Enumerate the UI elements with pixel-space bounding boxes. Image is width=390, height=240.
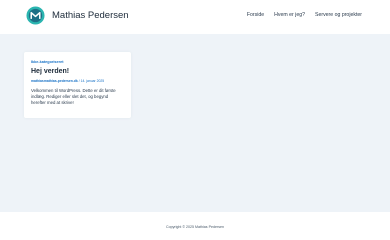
post-excerpt-line: herefter med at skrive! [31,100,74,105]
site-title[interactable]: Mathias Pedersen [52,10,129,21]
post-category-link[interactable]: Ikke-kategoriseret [31,60,125,64]
copyright-text: Copyright © 2025 Mathias Pedersen [166,225,224,229]
post-title-link[interactable]: Hej verden! [31,68,125,75]
site-logo-icon[interactable] [26,6,45,25]
post-meta: mathiasmathias-pedersen.dk / 14. januar … [31,79,125,83]
nav-item-forside[interactable]: Forside [247,12,264,18]
main-navigation: Forside Hvem er jeg? Servere og projekte… [247,12,362,18]
post-excerpt: Velkommen til WordPress. Dette er dit fø… [31,88,125,106]
site-footer: Copyright © 2025 Mathias Pedersen [0,212,390,240]
nav-item-hvem-er-jeg[interactable]: Hvem er jeg? [274,12,305,18]
post-author-link[interactable]: mathiasmathias-pedersen.dk [31,79,78,83]
post-date: 14. januar 2025 [80,79,105,83]
nav-item-servere-og-projekter[interactable]: Servere og projekter [315,12,362,18]
site-header: Mathias Pedersen Forside Hvem er jeg? Se… [0,0,390,34]
post-card: Ikke-kategoriseret Hej verden! mathiasma… [24,52,131,118]
